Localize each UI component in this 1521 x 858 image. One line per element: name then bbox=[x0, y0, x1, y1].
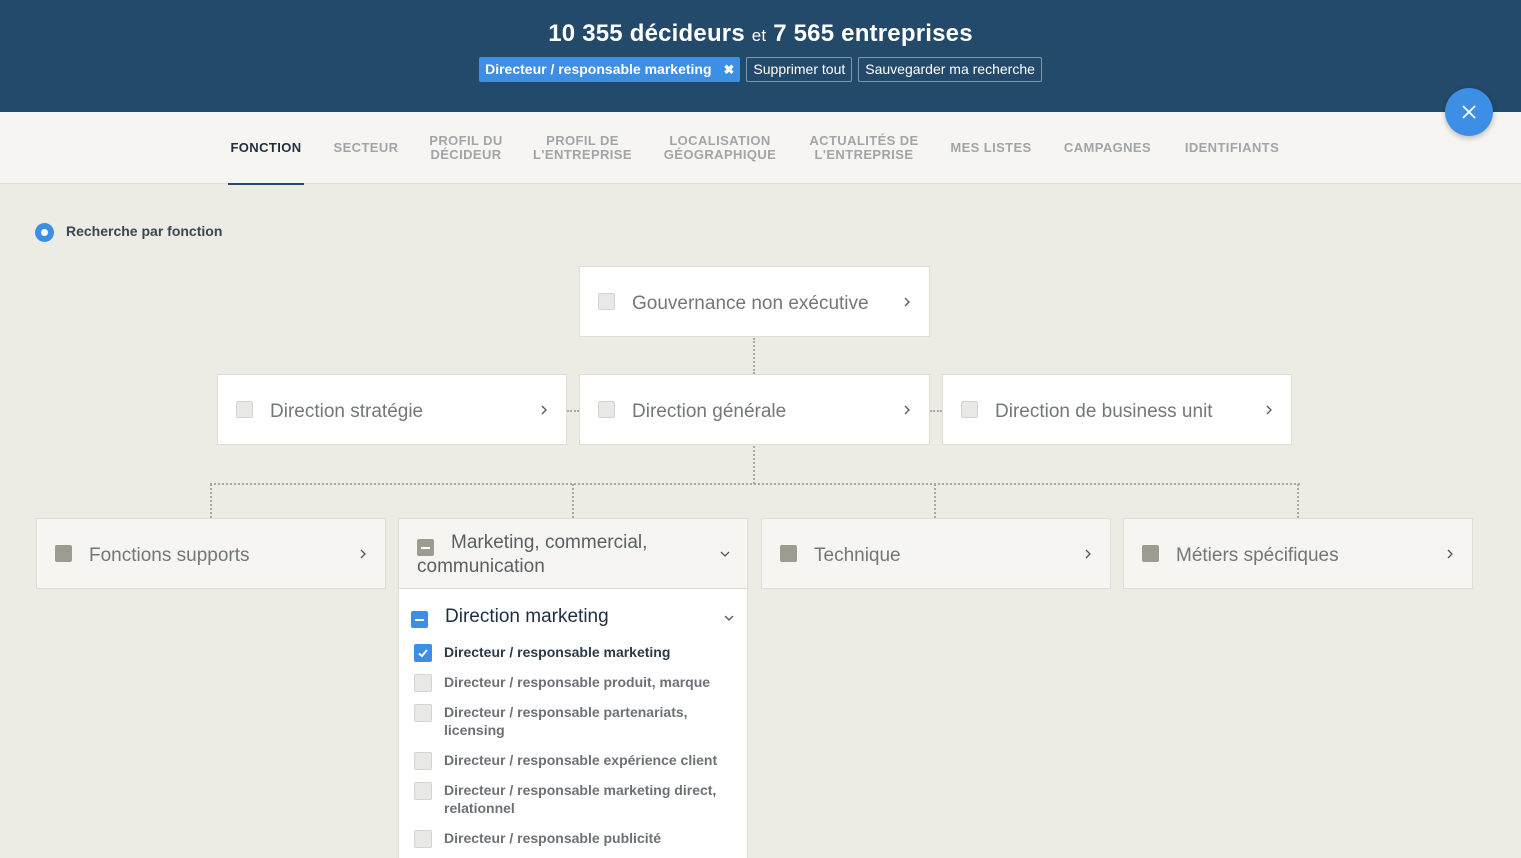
active-filters: Directeur / responsable marketing ✖ Supp… bbox=[0, 57, 1521, 82]
connector-line bbox=[210, 483, 1300, 485]
node-checkbox[interactable] bbox=[55, 545, 72, 562]
item-checkbox[interactable] bbox=[414, 830, 432, 848]
connector-line bbox=[753, 338, 755, 374]
remove-filter-icon[interactable]: ✖ bbox=[724, 57, 735, 82]
node-label: Métiers spécifiques bbox=[1176, 545, 1339, 566]
item-label: Directeur / responsable publicité bbox=[444, 830, 662, 846]
connector-line bbox=[210, 484, 212, 518]
chevron-down-icon[interactable] bbox=[720, 549, 730, 559]
list-item[interactable]: Directeur / responsable expérience clien… bbox=[414, 751, 734, 770]
connector-line bbox=[572, 484, 574, 518]
count-connector: et bbox=[751, 26, 767, 45]
search-mode-radio[interactable] bbox=[35, 223, 54, 242]
chevron-right-icon[interactable] bbox=[1445, 549, 1455, 559]
node-label: Direction de business unit bbox=[995, 401, 1213, 422]
node-marketing-commercial[interactable]: Marketing, commercial, communication bbox=[398, 518, 748, 589]
connector-line bbox=[930, 410, 942, 412]
results-count: 10 355 décideurs et 7 565 entreprises bbox=[0, 20, 1521, 48]
list-item[interactable]: Directeur / responsable produit, marque bbox=[414, 673, 734, 692]
node-checkbox[interactable] bbox=[598, 401, 615, 418]
connector-line bbox=[1297, 484, 1299, 518]
node-metiers-specifiques[interactable]: Métiers spécifiques bbox=[1123, 518, 1473, 589]
subgroup-title: Direction marketing bbox=[445, 606, 609, 627]
node-fonctions-supports[interactable]: Fonctions supports bbox=[36, 518, 386, 589]
connector-line bbox=[567, 410, 579, 412]
node-direction-business-unit[interactable]: Direction de business unit bbox=[942, 374, 1292, 445]
list-item[interactable]: Directeur / responsable partenariats, li… bbox=[414, 703, 714, 739]
filter-chip-label: Directeur / responsable marketing bbox=[485, 61, 712, 77]
node-direction-generale[interactable]: Direction générale bbox=[579, 374, 930, 445]
results-header: 10 355 décideurs et 7 565 entreprises Di… bbox=[0, 0, 1521, 112]
node-checkbox[interactable] bbox=[780, 545, 797, 562]
item-label: Directeur / responsable partenariats, li… bbox=[444, 704, 688, 738]
close-button[interactable] bbox=[1445, 88, 1493, 136]
chevron-right-icon[interactable] bbox=[539, 405, 549, 415]
item-checkbox[interactable] bbox=[414, 752, 432, 770]
filter-chip[interactable]: Directeur / responsable marketing ✖ bbox=[479, 57, 741, 82]
item-label: Directeur / responsable marketing bbox=[444, 644, 671, 660]
chevron-right-icon[interactable] bbox=[358, 549, 368, 559]
node-label: Direction générale bbox=[632, 401, 787, 422]
item-checkbox-checked[interactable] bbox=[414, 644, 432, 662]
company-count: 7 565 entreprises bbox=[773, 20, 973, 47]
node-label-line1: Marketing, commercial, bbox=[451, 532, 648, 553]
chevron-down-icon[interactable] bbox=[724, 613, 734, 623]
tab-profil-decideur[interactable]: PROFIL DU DÉCIDEUR bbox=[428, 112, 504, 184]
connector-line bbox=[934, 484, 936, 518]
item-checkbox[interactable] bbox=[414, 782, 432, 800]
node-label-line2: communication bbox=[417, 556, 545, 577]
node-direction-strategie[interactable]: Direction stratégie bbox=[217, 374, 567, 445]
chevron-right-icon[interactable] bbox=[902, 297, 912, 307]
node-technique[interactable]: Technique bbox=[761, 518, 1111, 589]
check-icon bbox=[418, 649, 428, 658]
tab-mes-listes[interactable]: MES LISTES bbox=[949, 112, 1033, 184]
list-item[interactable]: Directeur / responsable marketing direct… bbox=[414, 781, 729, 817]
node-checkbox[interactable] bbox=[1142, 545, 1159, 562]
filter-tabs: FONCTION SECTEUR PROFIL DU DÉCIDEUR PROF… bbox=[0, 112, 1521, 185]
search-mode-label: Recherche par fonction bbox=[66, 223, 223, 239]
subgroup-panel: Direction marketing Directeur / responsa… bbox=[398, 589, 748, 858]
tab-actualites[interactable]: ACTUALITÉS DE L'ENTREPRISE bbox=[807, 112, 921, 184]
list-item[interactable]: Directeur / responsable marketing bbox=[414, 643, 734, 662]
node-checkbox[interactable] bbox=[961, 401, 978, 418]
subgroup-checkbox-partial[interactable] bbox=[411, 611, 428, 628]
item-label: Directeur / responsable marketing direct… bbox=[444, 782, 717, 816]
node-checkbox-partial[interactable] bbox=[417, 539, 434, 556]
tab-secteur[interactable]: SECTEUR bbox=[333, 112, 399, 184]
node-gouvernance[interactable]: Gouvernance non exécutive bbox=[579, 266, 930, 337]
chevron-right-icon[interactable] bbox=[1083, 549, 1093, 559]
close-icon bbox=[1462, 105, 1476, 119]
item-label: Directeur / responsable expérience clien… bbox=[444, 752, 718, 768]
item-checkbox[interactable] bbox=[414, 674, 432, 692]
item-label: Directeur / responsable produit, marque bbox=[444, 674, 711, 690]
clear-all-button[interactable]: Supprimer tout bbox=[746, 57, 853, 82]
tab-identifiants[interactable]: IDENTIFIANTS bbox=[1182, 112, 1282, 184]
tab-campagnes[interactable]: CAMPAGNES bbox=[1061, 112, 1154, 184]
node-label: Gouvernance non exécutive bbox=[632, 293, 869, 314]
chevron-right-icon[interactable] bbox=[902, 405, 912, 415]
save-search-button[interactable]: Sauvegarder ma recherche bbox=[858, 57, 1042, 82]
item-checkbox[interactable] bbox=[414, 704, 432, 722]
chevron-right-icon[interactable] bbox=[1264, 405, 1274, 415]
node-label: Direction stratégie bbox=[270, 401, 424, 422]
tab-profil-entreprise[interactable]: PROFIL DE L'ENTREPRISE bbox=[532, 112, 633, 184]
tab-fonction[interactable]: FONCTION bbox=[228, 112, 304, 185]
node-checkbox[interactable] bbox=[598, 293, 615, 310]
node-label: Technique bbox=[814, 545, 901, 566]
list-item[interactable]: Directeur / responsable publicité bbox=[414, 829, 734, 848]
tab-localisation[interactable]: LOCALISATION GÉOGRAPHIQUE bbox=[661, 112, 779, 184]
node-label: Fonctions supports bbox=[89, 545, 250, 566]
people-count: 10 355 décideurs bbox=[548, 20, 745, 47]
node-checkbox[interactable] bbox=[236, 401, 253, 418]
connector-line bbox=[753, 446, 755, 484]
